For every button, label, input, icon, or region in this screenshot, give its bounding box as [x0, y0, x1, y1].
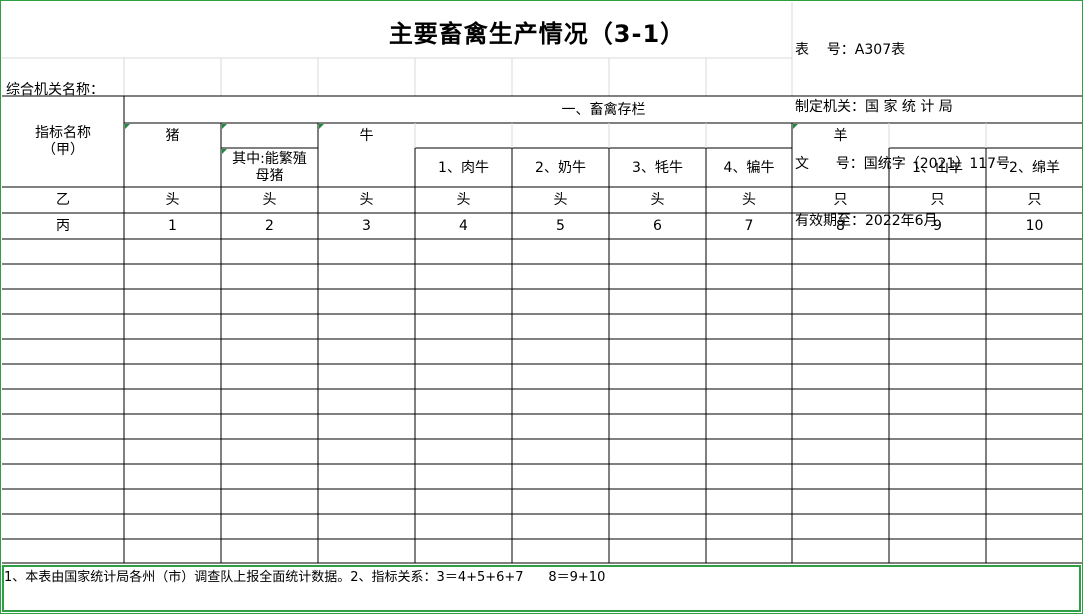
unit-row-cell: 头: [650, 192, 665, 208]
cattle-header: 牛: [359, 128, 374, 144]
indicator-header: 指标名称 （甲）: [2, 125, 124, 159]
unit-row-cell: 头: [165, 192, 180, 208]
column-number-cell: 8: [836, 218, 845, 234]
column-number-cell: 5: [556, 218, 565, 234]
table-number: 表 号：A307表: [795, 42, 906, 58]
column-number-cell: 2: [265, 218, 274, 234]
column-number-cell: 6: [653, 218, 662, 234]
sheep-header: 羊: [833, 128, 848, 144]
unit-row-label: 乙: [56, 192, 70, 208]
beef-cattle-header: 1、肉牛: [438, 160, 489, 176]
indicator-header-sub: （甲）: [42, 142, 84, 158]
indicator-header-label: 指标名称: [35, 125, 91, 141]
unit-row-cell: 头: [553, 192, 568, 208]
unit-row-cell: 只: [833, 192, 848, 208]
column-number-cell: 1: [168, 218, 177, 234]
column-number-cell: 9: [933, 218, 942, 234]
spreadsheet: 主要畜禽生产情况（3-1） 表 号：A307表 制定机关：国 家 统 计 局 文…: [0, 0, 1084, 615]
column-number-cell: 7: [744, 218, 754, 234]
breeding-sow-label-2: 母猪: [255, 168, 284, 184]
unit-row-cell: 只: [930, 192, 945, 208]
goat-header: 1、山羊: [912, 160, 963, 176]
column-number-cell: 3: [362, 218, 371, 234]
section-header: 一、畜禽存栏: [561, 102, 646, 118]
dairy-cattle-header: 2、奶牛: [535, 160, 586, 176]
breeding-sow-label-1: 其中:能繁殖: [232, 151, 307, 167]
org-name-label: 综合机关名称：: [6, 82, 104, 98]
pian-cattle-header: 4、犏牛: [723, 160, 775, 176]
footnote: 1、本表由国家统计局各州（市）调查队上报全面统计数据。2、指标关系：3＝4+5+…: [4, 570, 606, 585]
column-number-cell: 10: [1025, 218, 1044, 234]
unit-row-cell: 头: [359, 192, 374, 208]
unit-row-cell: 头: [262, 192, 277, 208]
breeding-sow-header: 其中:能繁殖 母猪: [221, 151, 318, 185]
unit-row-cell: 头: [742, 192, 756, 208]
column-number-label: 丙: [56, 218, 70, 234]
unit-row-cell: 只: [1027, 192, 1042, 208]
yak-header: 3、牦牛: [632, 160, 683, 176]
unit-row-cell: 头: [456, 192, 471, 208]
wool-sheep-header: 2、绵羊: [1009, 160, 1060, 176]
pig-header: 猪: [165, 128, 180, 144]
column-number-cell: 4: [459, 218, 468, 234]
